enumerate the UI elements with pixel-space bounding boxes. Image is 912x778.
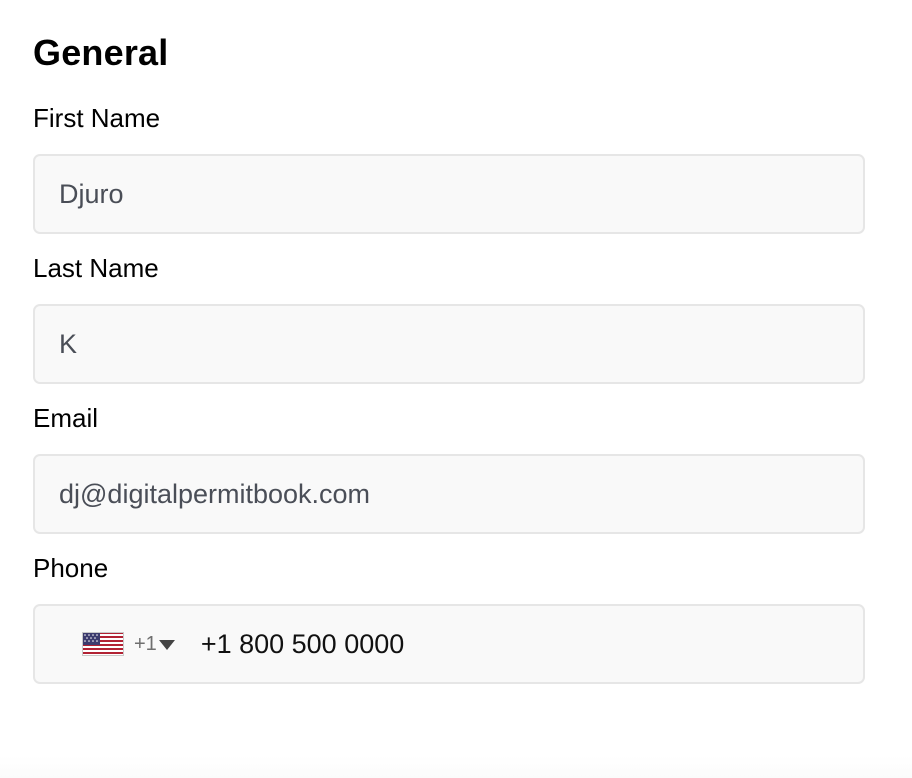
email-field-group: Email [33,400,865,534]
dial-code: +1 [134,632,157,655]
first-name-input[interactable] [35,156,863,232]
first-name-field-group: First Name [33,100,865,234]
first-name-label: First Name [33,103,161,133]
phone-input[interactable] [174,606,863,682]
phone-label: Phone [33,553,109,583]
first-name-input-box[interactable] [33,154,865,234]
phone-field-group: Phone +1 +1 800 500 0000 [33,550,865,684]
email-input[interactable] [35,456,863,532]
section-title: General [33,32,169,73]
email-input-box[interactable] [33,454,865,534]
general-settings-form: General First Name Last Name Email Phone [0,0,912,778]
email-label: Email [33,403,99,433]
phone-input-box[interactable]: +1 [33,604,865,684]
last-name-input-box[interactable] [33,304,865,384]
bottom-band [0,756,912,778]
chevron-down-icon[interactable] [158,639,175,650]
country-code-selector[interactable]: +1 [82,606,175,682]
last-name-input[interactable] [35,306,863,382]
last-name-label: Last Name [33,253,159,283]
us-flag-icon [82,632,124,656]
last-name-field-group: Last Name [33,250,865,384]
